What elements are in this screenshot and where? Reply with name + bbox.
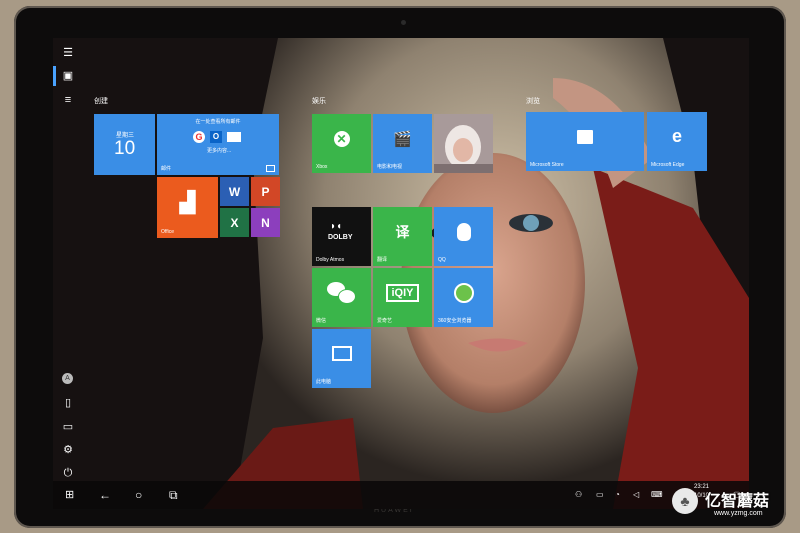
calendar-tile[interactable]: 星期三 10	[94, 114, 155, 175]
windows-start-icon[interactable]: ⊞	[65, 488, 74, 502]
this-pc-tile[interactable]: 此电脑	[312, 329, 371, 388]
iqiyi-tile[interactable]: iQIY 爱奇艺	[373, 268, 432, 327]
photos-tile[interactable]	[434, 114, 493, 173]
translate-icon: 译	[395, 223, 410, 240]
settings-gear-icon[interactable]: ⚙	[61, 443, 75, 457]
envelope-icon	[227, 132, 241, 142]
volume-icon[interactable]: ◁	[633, 490, 639, 499]
back-arrow-icon[interactable]: ←	[99, 488, 111, 502]
front-camera	[401, 20, 406, 25]
iqiyi-icon: iQIY	[373, 268, 432, 317]
security-browser-label: 360安全浏览器	[438, 318, 472, 324]
watermark-name: 亿智蘑菇	[705, 493, 770, 510]
start-left-rail: ☰ ▣ ≡ A ▯ ▭ ⚙ ⏻	[53, 38, 85, 481]
onenote-tile[interactable]: N	[251, 208, 280, 237]
translate-label: 翻译	[377, 257, 388, 263]
tiles-view-icon[interactable]: ▣	[61, 69, 75, 83]
this-pc-label: 此电脑	[316, 379, 332, 385]
office-label: Office	[161, 229, 174, 235]
excel-tile[interactable]: X	[220, 208, 249, 237]
clapperboard-icon: 🎬	[393, 130, 412, 148]
edge-icon: e	[671, 126, 682, 146]
xbox-tile[interactable]: ✕ Xbox	[312, 114, 371, 173]
mail-sub: 更多内容...	[207, 148, 232, 154]
mail-badge-icon	[266, 165, 275, 172]
onenote-icon: N	[261, 215, 270, 230]
powerpoint-icon: P	[261, 184, 270, 199]
google-icon: G	[193, 131, 205, 143]
dolby-icon: ◗◖	[330, 221, 343, 232]
people-icon[interactable]: ⚇	[575, 490, 582, 499]
dolby-atmos-label: Dolby Atmos	[316, 257, 345, 263]
qq-penguin-icon	[434, 207, 493, 256]
mail-label: 邮件	[161, 166, 172, 172]
iqiyi-label: 爱奇艺	[377, 318, 393, 324]
wechat-icon	[312, 268, 371, 317]
rail-selection-indicator	[53, 66, 56, 86]
office-tile[interactable]: ▟ Office	[157, 177, 218, 238]
globe-icon	[434, 268, 493, 317]
mushroom-logo-icon: ♣	[672, 488, 698, 514]
office-icon: ▟	[179, 192, 196, 214]
user-avatar-icon[interactable]: A	[62, 373, 73, 384]
mail-header: 在一处查看所有邮件	[195, 119, 241, 125]
word-tile[interactable]: W	[220, 177, 249, 206]
movies-tv-tile[interactable]: 🎬 电影和电视	[373, 114, 432, 173]
wechat-label: 微信	[316, 318, 327, 324]
qq-tile[interactable]: QQ	[434, 207, 493, 266]
dolby-atmos-tile[interactable]: ◗◖ DOLBY Dolby Atmos	[312, 207, 371, 266]
microsoft-store-label: Microsoft Store	[530, 162, 564, 168]
movies-tv-label: 电影和电视	[377, 164, 403, 170]
xbox-label: Xbox	[316, 164, 328, 170]
xbox-icon: ✕	[312, 114, 371, 163]
task-view-icon[interactable]: ⧉	[169, 488, 178, 502]
power-icon[interactable]: ⏻	[61, 466, 75, 480]
calendar-day: 10	[114, 138, 136, 159]
group-header-entertainment[interactable]: 娱乐	[312, 96, 326, 106]
word-icon: W	[228, 184, 241, 199]
photo-thumbnail	[434, 114, 493, 173]
input-method-icon[interactable]: ⌨	[651, 490, 663, 499]
microsoft-store-tile[interactable]: Microsoft Store	[526, 112, 644, 171]
wechat-tile[interactable]: 微信	[312, 268, 371, 327]
powerpoint-tile[interactable]: P	[251, 177, 280, 206]
wifi-icon[interactable]: ◔	[615, 490, 620, 499]
cortana-circle-icon[interactable]: ○	[135, 488, 142, 502]
group-header-create[interactable]: 创建	[94, 96, 108, 106]
battery-icon[interactable]: ▭	[596, 490, 604, 499]
store-bag-icon	[526, 112, 644, 161]
group-header-browse[interactable]: 浏览	[526, 96, 540, 106]
taskbar: ⊞ ← ○ ⧉ ⚇ ▭ ◔ ◁ ⌨ 23:21 2018/10/10 ▢	[53, 481, 749, 509]
all-apps-list-icon[interactable]: ≡	[61, 93, 75, 107]
documents-icon[interactable]: ▯	[61, 396, 75, 410]
screen: ☰ ▣ ≡ A ▯ ▭ ⚙ ⏻ 创建 娱乐 浏览 星期三 10 在一处查看所有邮…	[53, 38, 749, 509]
microsoft-edge-tile[interactable]: e Microsoft Edge	[647, 112, 707, 171]
watermark-url: www.yzmg.com	[714, 510, 763, 517]
mail-account-icons: G O	[193, 131, 241, 143]
qq-label: QQ	[438, 257, 446, 263]
excel-icon: X	[230, 215, 239, 230]
mail-tile[interactable]: 在一处查看所有邮件 G O 更多内容... 邮件	[157, 114, 279, 175]
dolby-logo-text: DOLBY	[328, 234, 353, 241]
pictures-icon[interactable]: ▭	[61, 420, 75, 434]
microsoft-edge-label: Microsoft Edge	[651, 162, 685, 168]
security-browser-tile[interactable]: 360安全浏览器	[434, 268, 493, 327]
translate-tile[interactable]: 译 翻译	[373, 207, 432, 266]
computer-icon	[312, 329, 371, 378]
outlook-icon: O	[210, 131, 222, 143]
menu-icon[interactable]: ☰	[61, 46, 75, 60]
